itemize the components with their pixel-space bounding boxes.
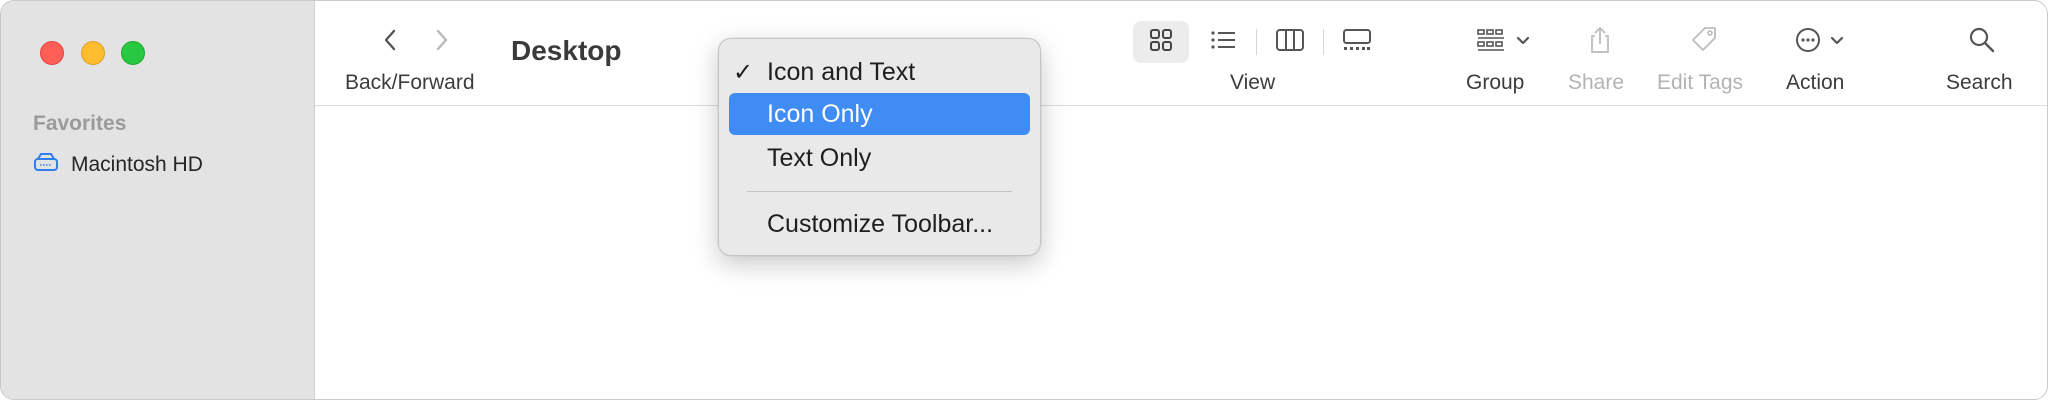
menu-item-label: Text Only <box>767 143 872 172</box>
drive-icon <box>33 152 59 179</box>
toolbar-context-menu: ✓ Icon and Text Icon Only Text Only Cust… <box>718 38 1041 256</box>
edit-tags-button[interactable] <box>1687 21 1721 63</box>
chevron-down-icon <box>1830 33 1844 51</box>
checkmark-icon: ✓ <box>733 58 754 86</box>
more-icon <box>1794 26 1822 59</box>
menu-item-icon-and-text[interactable]: ✓ Icon and Text <box>729 51 1030 93</box>
view-label: View <box>1230 71 1276 94</box>
search-icon <box>1968 26 1996 59</box>
menu-item-icon-only[interactable]: Icon Only <box>729 93 1030 135</box>
share-button[interactable] <box>1583 21 1617 63</box>
minimize-button[interactable] <box>81 41 105 65</box>
edit-tags-label: Edit Tags <box>1657 71 1743 94</box>
menu-item-text-only[interactable]: Text Only <box>729 137 1030 179</box>
view-divider <box>1256 29 1257 55</box>
group-label: Group <box>1466 71 1525 94</box>
menu-separator <box>747 191 1012 192</box>
chevron-left-icon <box>382 28 398 57</box>
columns-icon <box>1275 28 1305 57</box>
list-view-button[interactable] <box>1195 21 1251 63</box>
finder-window: Favorites Macintosh HD Back/Forward Desk… <box>0 0 2048 400</box>
menu-item-customize-toolbar[interactable]: Customize Toolbar... <box>729 203 1030 245</box>
close-button[interactable] <box>40 41 64 65</box>
action-button[interactable] <box>1789 21 1849 63</box>
group-icon <box>1476 27 1508 58</box>
zoom-button[interactable] <box>121 41 145 65</box>
column-view-button[interactable] <box>1262 21 1318 63</box>
sidebar-item-label: Macintosh HD <box>71 153 203 176</box>
forward-button[interactable] <box>425 25 459 59</box>
list-icon <box>1209 28 1237 57</box>
favorites-heading: Favorites <box>33 112 127 135</box>
view-control <box>1133 21 1391 63</box>
toolbar: Back/Forward Desktop View Group Share Ed… <box>315 1 2047 106</box>
grid-icon <box>1148 27 1174 58</box>
chevron-right-icon <box>434 28 450 57</box>
search-label: Search <box>1946 71 2013 94</box>
chevron-down-icon <box>1516 33 1530 51</box>
share-label: Share <box>1568 71 1625 94</box>
share-icon <box>1587 25 1613 60</box>
back-button[interactable] <box>373 25 407 59</box>
view-divider <box>1323 29 1324 55</box>
tag-icon <box>1689 25 1719 60</box>
sidebar: Favorites Macintosh HD <box>1 1 315 399</box>
icon-view-button[interactable] <box>1133 21 1189 63</box>
menu-item-label: Icon and Text <box>767 57 916 86</box>
gallery-view-button[interactable] <box>1329 21 1385 63</box>
back-forward-label: Back/Forward <box>345 71 475 94</box>
action-label: Action <box>1786 71 1845 94</box>
menu-item-label: Customize Toolbar... <box>767 209 994 238</box>
group-button[interactable] <box>1470 21 1536 63</box>
gallery-icon <box>1342 28 1372 57</box>
content-area[interactable] <box>315 106 2047 399</box>
search-button[interactable] <box>1965 21 1999 63</box>
window-title: Desktop <box>511 35 622 66</box>
menu-item-label: Icon Only <box>767 99 873 128</box>
sidebar-item-macintosh-hd[interactable]: Macintosh HD <box>33 149 203 181</box>
